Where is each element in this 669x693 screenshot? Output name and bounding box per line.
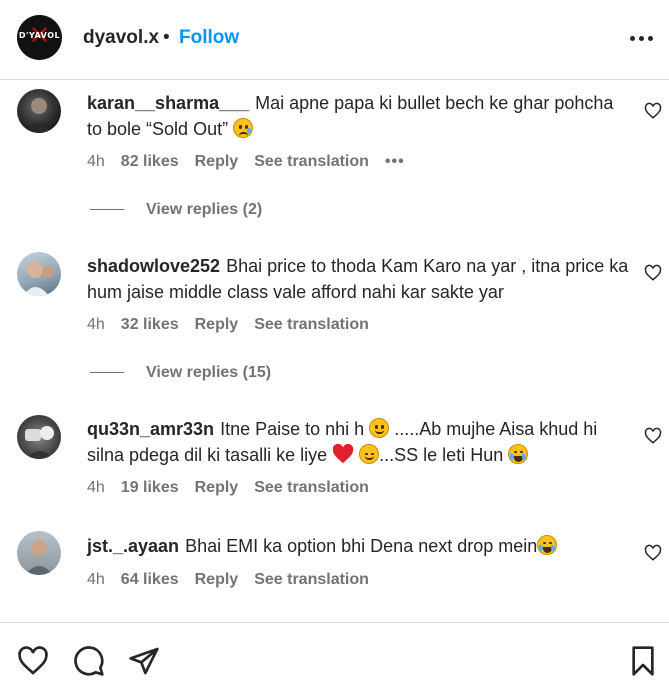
post-header: ✕ D'YAVOL dyavol.x • Follow: [0, 0, 669, 80]
comment-options-icon[interactable]: •••: [385, 153, 405, 171]
comment-body-part-1: Itne Paise to nhi h: [220, 419, 365, 439]
comment-text: shadowlove252 Bhai price to thoda Kam Kar…: [87, 253, 632, 305]
see-translation-link[interactable]: See translation: [254, 153, 369, 170]
relieved-face-emoji: [359, 444, 380, 464]
view-replies-label: View replies (15): [146, 364, 272, 381]
view-replies-button[interactable]: View replies (15): [90, 364, 271, 382]
comment-username[interactable]: karan__sharma___: [87, 93, 249, 113]
comment-meta: 4h 32 likes Reply See translation: [87, 316, 385, 334]
red-heart-emoji: [332, 444, 354, 464]
crying-face-emoji: [233, 118, 254, 138]
comment-body-part-3: ...SS le leti Hun: [379, 445, 509, 465]
reply-button[interactable]: Reply: [195, 153, 239, 170]
separator-dot: •: [163, 27, 170, 48]
tears-of-joy-emoji: [508, 444, 529, 464]
header-username[interactable]: dyavol.x: [83, 27, 159, 49]
heart-outline-icon[interactable]: [644, 544, 662, 562]
slightly-smiling-face-emoji: [369, 418, 390, 438]
comment-text: qu33n_amr33n Itne Paise to nhi h .....Ab …: [87, 416, 632, 468]
heart-outline-icon[interactable]: [644, 264, 662, 282]
paper-plane-icon[interactable]: [128, 645, 160, 677]
comment-time: 4h: [87, 479, 105, 496]
replies-line: [90, 209, 124, 211]
tears-of-joy-emoji: [537, 535, 558, 555]
avatar[interactable]: [17, 89, 61, 133]
post-action-bar: [0, 622, 669, 693]
follow-button[interactable]: Follow: [179, 27, 239, 49]
heart-outline-icon[interactable]: [644, 427, 662, 445]
avatar[interactable]: [17, 415, 61, 459]
comment-username[interactable]: qu33n_amr33n: [87, 419, 214, 439]
comment-likes[interactable]: 64 likes: [121, 571, 179, 588]
comment-icon[interactable]: [73, 645, 105, 677]
see-translation-link[interactable]: See translation: [254, 479, 369, 496]
reply-button[interactable]: Reply: [195, 571, 239, 588]
comment-meta: 4h 82 likes Reply See translation •••: [87, 153, 421, 171]
profile-avatar[interactable]: ✕ D'YAVOL: [17, 15, 62, 60]
reply-button[interactable]: Reply: [195, 316, 239, 333]
see-translation-link[interactable]: See translation: [254, 571, 369, 588]
heart-outline-icon[interactable]: [644, 102, 662, 120]
comment-text: karan__sharma___ Mai apne papa ki bullet …: [87, 90, 632, 142]
comment-time: 4h: [87, 153, 105, 170]
comment-meta: 4h 64 likes Reply See translation: [87, 571, 385, 589]
bookmark-icon[interactable]: [627, 645, 659, 677]
comment-meta: 4h 19 likes Reply See translation: [87, 479, 385, 497]
more-options-icon[interactable]: [628, 24, 656, 52]
avatar[interactable]: [17, 531, 61, 575]
comment-time: 4h: [87, 571, 105, 588]
replies-line: [90, 372, 124, 374]
comment-username[interactable]: jst._.ayaan: [87, 536, 179, 556]
comment-text: jst._.ayaan Bhai EMI ka option bhi Dena n…: [87, 533, 632, 559]
logo-text: D'YAVOL: [18, 31, 61, 40]
comment-likes[interactable]: 19 likes: [121, 479, 179, 496]
avatar[interactable]: [17, 252, 61, 296]
comment-body: Bhai EMI ka option bhi Dena next drop me…: [185, 536, 538, 556]
comment-likes[interactable]: 32 likes: [121, 316, 179, 333]
view-replies-label: View replies (2): [146, 201, 263, 218]
comment-time: 4h: [87, 316, 105, 333]
comment-likes[interactable]: 82 likes: [121, 153, 179, 170]
comment-username[interactable]: shadowlove252: [87, 256, 220, 276]
view-replies-button[interactable]: View replies (2): [90, 201, 262, 219]
heart-outline-icon[interactable]: [17, 645, 49, 677]
see-translation-link[interactable]: See translation: [254, 316, 369, 333]
reply-button[interactable]: Reply: [195, 479, 239, 496]
